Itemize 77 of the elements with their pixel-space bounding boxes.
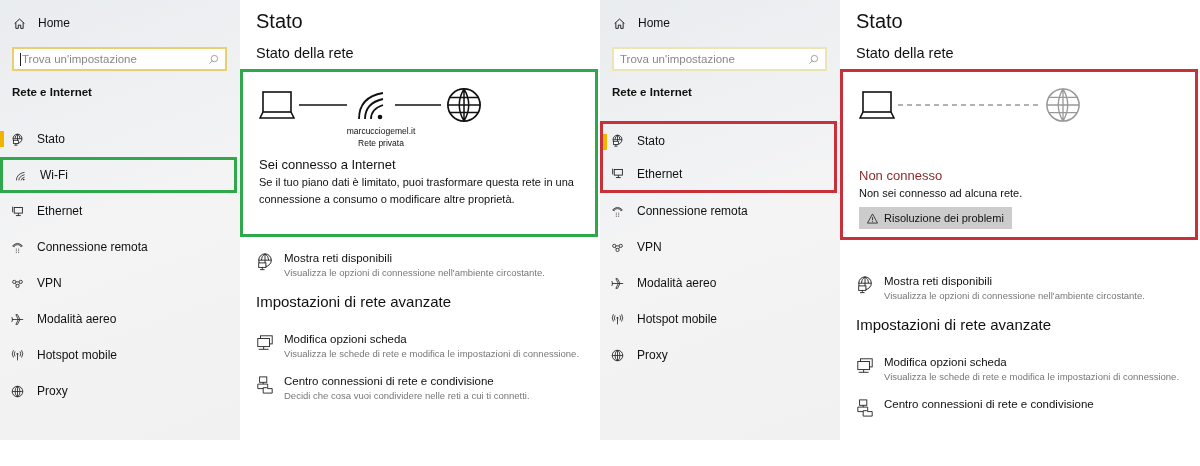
monitors-icon xyxy=(256,334,274,352)
link-description: Visualizza le opzioni di connessione nell'ambiente circostante. xyxy=(884,289,1145,302)
section-heading: Rete e Internet xyxy=(611,85,693,100)
search-input[interactable]: Trova un'impostazione xyxy=(620,49,808,69)
text-cursor xyxy=(20,52,21,66)
nav-item[interactable]: Modalità aereo xyxy=(0,301,237,337)
network-type: Rete privata xyxy=(358,137,404,149)
globe-icon xyxy=(446,87,482,123)
nav-item[interactable]: VPN xyxy=(0,265,237,301)
nav-item[interactable]: Ethernet xyxy=(600,157,837,193)
section-heading: Rete e Internet xyxy=(11,85,93,100)
nav-item[interactable]: Modalità aereo xyxy=(600,265,837,301)
globe-icon xyxy=(1045,87,1081,123)
globe-monitor-icon xyxy=(256,253,274,271)
search-field[interactable]: Trova un'impostazione xyxy=(12,47,227,71)
nav-item[interactable]: Proxy xyxy=(0,373,237,409)
nav-item[interactable]: Stato xyxy=(0,121,237,157)
network-name: marcucciogemel.it xyxy=(346,125,416,137)
airplane-icon xyxy=(11,312,24,326)
status-headline: Non connesso xyxy=(859,168,944,183)
link-description: Visualizza le schede di rete e modifica le impostazioni di connessione. xyxy=(284,347,579,360)
search-field[interactable]: Trova un'impostazione xyxy=(612,47,827,71)
nav-item[interactable]: Stato xyxy=(600,121,837,157)
nav-item[interactable]: Connessione remota xyxy=(600,193,837,229)
monitor-icon xyxy=(611,167,624,180)
monitors-icon xyxy=(856,357,874,375)
globe-icon xyxy=(611,348,624,362)
section-heading: Stato della rete xyxy=(256,45,355,63)
troubleshoot-button[interactable]: Risoluzione dei problemi xyxy=(859,207,1012,229)
page-title: Stato xyxy=(856,10,904,34)
link-description: Visualizza le opzioni di connessione nell'ambiente circostante. xyxy=(284,266,545,279)
home-icon xyxy=(13,16,26,30)
section-heading: Impostazioni di rete avanzate xyxy=(856,316,1053,333)
link-title[interactable]: Centro connessioni di rete e condivisione xyxy=(284,374,530,389)
laptop-icon xyxy=(859,90,895,120)
nav-item[interactable]: Hotspot mobile xyxy=(600,301,837,337)
connection-line xyxy=(299,103,347,107)
nav-item[interactable]: Ethernet xyxy=(0,193,237,229)
status-message: Non sei connesso ad alcuna rete. xyxy=(859,186,1024,201)
globe-monitor-icon xyxy=(856,276,874,294)
hotspot-icon xyxy=(611,312,624,326)
link-description: Decidi che cosa vuoi condividere nelle reti a cui ti connetti. xyxy=(284,389,530,402)
connection-line xyxy=(395,103,441,107)
search-icon xyxy=(808,53,819,65)
search-icon xyxy=(208,53,219,65)
search-input[interactable]: Trova un'impostazione xyxy=(22,49,208,69)
nav-item[interactable]: Wi-Fi xyxy=(0,157,237,193)
warning-icon xyxy=(867,212,878,224)
link-title[interactable]: Mostra reti disponibili xyxy=(884,274,1145,289)
link-description: Visualizza le schede di rete e modifica le impostazioni di connessione. xyxy=(884,370,1179,383)
globe-monitor-icon xyxy=(11,132,24,146)
page-title: Stato xyxy=(256,10,304,34)
home-icon xyxy=(613,16,626,30)
monitor-icon xyxy=(11,204,24,218)
home-link[interactable]: Home xyxy=(0,0,240,32)
link-title[interactable]: Modifica opzioni scheda xyxy=(284,332,579,347)
nav-item[interactable]: Connessione remota xyxy=(0,229,237,265)
airplane-icon xyxy=(611,276,624,290)
nav-item[interactable]: Proxy xyxy=(600,337,837,373)
computer-folder-icon xyxy=(856,399,874,417)
laptop-icon xyxy=(259,90,295,120)
hotspot-icon xyxy=(11,348,24,362)
section-heading: Impostazioni di rete avanzate xyxy=(256,293,453,310)
globe-monitor-icon xyxy=(611,134,624,147)
link-title[interactable]: Mostra reti disponibili xyxy=(284,251,545,266)
phone-icon xyxy=(611,204,624,218)
nav-item[interactable]: Hotspot mobile xyxy=(0,337,237,373)
status-message: Se il tuo piano dati è limitato, puoi trasformare questa rete in una connessione a consumo o modificare altre proprietà. xyxy=(259,175,575,207)
section-heading: Stato della rete xyxy=(856,45,955,63)
phone-icon xyxy=(11,240,24,254)
home-link[interactable]: Home xyxy=(600,0,840,32)
status-headline: Sei connesso a Internet xyxy=(259,157,397,172)
globe-icon xyxy=(11,384,24,398)
nav-item[interactable]: VPN xyxy=(600,229,837,265)
link-title[interactable]: Centro connessioni di rete e condivisione xyxy=(884,397,1094,412)
computer-folder-icon xyxy=(256,376,274,394)
link-title[interactable]: Modifica opzioni scheda xyxy=(884,355,1179,370)
